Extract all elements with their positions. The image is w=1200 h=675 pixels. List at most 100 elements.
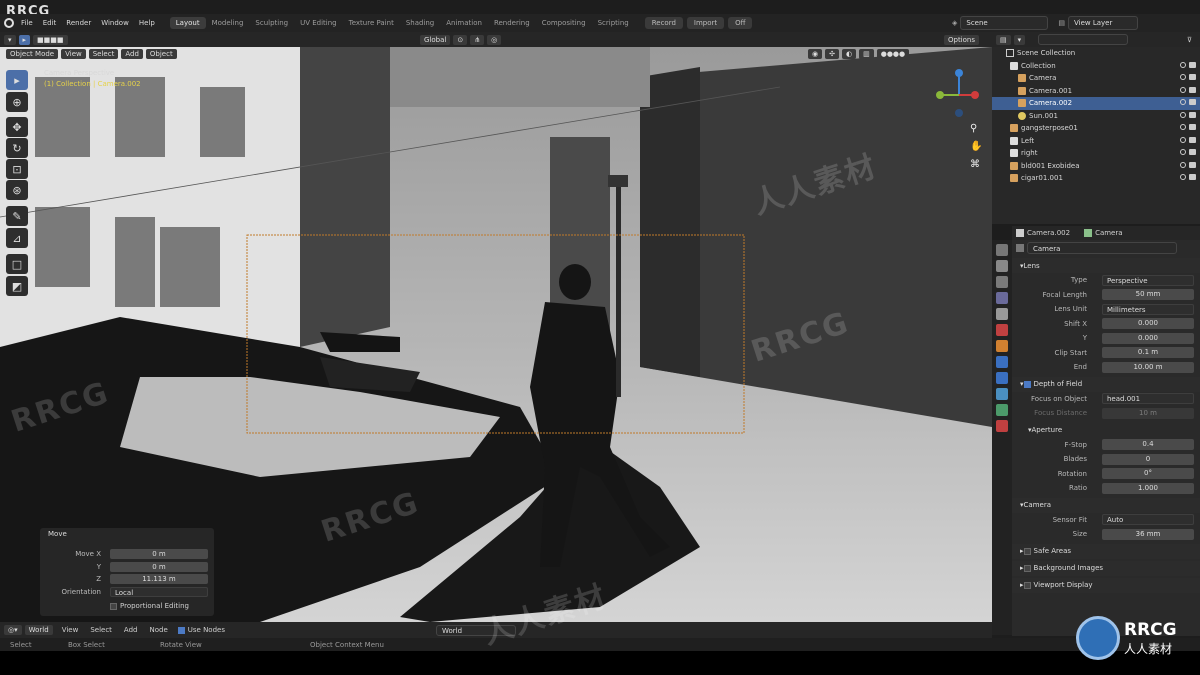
camera-render-icon[interactable]	[1189, 161, 1196, 168]
extra-tool[interactable]: ◩	[6, 276, 28, 296]
tool-tab[interactable]	[996, 244, 1008, 256]
move-tool[interactable]: ✥	[6, 117, 28, 137]
outliner-filter-button[interactable]: ▾	[1013, 34, 1026, 45]
move-value-field[interactable]: 11.113 m	[110, 574, 208, 584]
y-field[interactable]: 0.000	[1102, 332, 1194, 344]
world-field[interactable]: World	[436, 624, 516, 636]
tab-animation[interactable]: Animation	[440, 17, 488, 29]
transform-orientation[interactable]: Global	[420, 34, 451, 45]
world-tab[interactable]	[996, 324, 1008, 336]
camera-render-icon[interactable]	[1189, 86, 1196, 93]
shift-x-field[interactable]: 0.000	[1102, 318, 1194, 330]
overlay-button[interactable]: ◐	[841, 49, 857, 59]
off-button[interactable]: Off	[728, 17, 753, 29]
xray-button[interactable]: ▥	[859, 49, 874, 59]
outliner-item[interactable]: Left	[992, 135, 1200, 148]
section-viewport-display[interactable]: ▸ Viewport Display	[1012, 577, 1200, 593]
eye-icon[interactable]	[1180, 74, 1186, 80]
tab-sculpting[interactable]: Sculpting	[249, 17, 294, 29]
sensor-fit-field[interactable]: Auto	[1102, 514, 1194, 526]
camera-render-icon[interactable]	[1189, 99, 1196, 105]
camera-render-icon[interactable]	[1189, 136, 1196, 143]
focus-object-field[interactable]: head.001	[1102, 393, 1194, 405]
use-nodes-checkbox[interactable]	[177, 626, 185, 634]
view-layer-selector[interactable]: View Layer	[1068, 16, 1139, 30]
menu-render[interactable]: Render	[61, 19, 96, 27]
add-cube-tool[interactable]: □	[6, 254, 28, 274]
eye-icon[interactable]	[1180, 136, 1186, 143]
aperture-section-header[interactable]: ▾ Aperture	[1012, 423, 1200, 438]
record-button[interactable]: Record	[644, 17, 683, 29]
camera-datablock-field[interactable]: Camera	[1027, 242, 1177, 254]
eye-icon[interactable]	[1180, 174, 1186, 180]
scale-tool[interactable]: ⊡	[6, 159, 28, 179]
move-value-field[interactable]: 0 m	[110, 549, 208, 559]
outliner-item[interactable]: Camera.002	[992, 97, 1200, 110]
rotation-field[interactable]: 0°	[1102, 468, 1194, 480]
eye-icon[interactable]	[1180, 111, 1186, 118]
scene-tab[interactable]	[996, 308, 1008, 320]
options-button[interactable]: Options	[943, 34, 979, 45]
outliner-item[interactable]: bld001 Exobidea	[992, 160, 1200, 173]
menu-help[interactable]: Help	[134, 19, 160, 27]
select-mode-button[interactable]: ▸	[18, 34, 31, 45]
focal-length-field[interactable]: 50 mm	[1102, 289, 1194, 301]
visibility-button[interactable]: ◉	[808, 49, 823, 59]
outliner-item[interactable]: Collection	[992, 60, 1200, 73]
clip-start-field[interactable]: 0.1 m	[1102, 347, 1194, 359]
last-operator-panel[interactable]: Move Move X 0 m Y 0 m Z 11.113 m Orientation …	[40, 528, 214, 616]
tab-layout[interactable]: Layout	[169, 17, 206, 29]
constraint-tab[interactable]	[996, 388, 1008, 400]
outliner-item[interactable]: cigar01.001	[992, 172, 1200, 185]
viewport-menu-select[interactable]: Select	[88, 49, 119, 59]
gizmo-button[interactable]: ✣	[825, 49, 839, 59]
tab-compositing[interactable]: Compositing	[536, 17, 592, 29]
eye-icon[interactable]	[1180, 149, 1186, 155]
outliner-item[interactable]: Camera	[992, 72, 1200, 85]
object-tab-label[interactable]: Camera.002	[1027, 229, 1070, 237]
camera-view-icon[interactable]: ⌘	[970, 159, 980, 170]
editor-type-button[interactable]: ◎▾	[4, 625, 22, 635]
proportional-checkbox[interactable]	[110, 602, 117, 610]
background-images-checkbox[interactable]	[1023, 564, 1031, 572]
camera-data-tab[interactable]	[996, 404, 1008, 416]
viewport-display-checkbox[interactable]	[1023, 581, 1031, 589]
scene-collection-row[interactable]: Scene Collection	[992, 47, 1200, 60]
focus-distance-field[interactable]: 10 m	[1102, 407, 1194, 419]
navigation-gizmo[interactable]	[930, 67, 980, 122]
transform-tool[interactable]: ⊛	[6, 180, 28, 200]
ratio-field[interactable]: 1.000	[1102, 482, 1194, 494]
eye-icon[interactable]	[1180, 86, 1186, 93]
camera-section-header[interactable]: ▾ Camera	[1012, 497, 1200, 513]
blades-field[interactable]: 0	[1102, 453, 1194, 465]
annotate-tool[interactable]: ✎	[6, 206, 28, 226]
section-background-images[interactable]: ▸ Background Images	[1012, 560, 1200, 576]
camera-render-icon[interactable]	[1189, 74, 1196, 80]
render-tab[interactable]	[996, 260, 1008, 272]
size-field[interactable]: 36 mm	[1102, 528, 1194, 540]
tab-uv-editing[interactable]: UV Editing	[294, 17, 343, 29]
proportional-button[interactable]: ◎	[487, 34, 502, 45]
import-button[interactable]: Import	[686, 17, 725, 29]
blender-icon[interactable]	[4, 18, 14, 28]
view-layer-tab[interactable]	[996, 292, 1008, 304]
texture-tab[interactable]	[996, 420, 1008, 432]
f-stop-field[interactable]: 0.4	[1102, 439, 1194, 451]
tab-scripting[interactable]: Scripting	[592, 17, 635, 29]
move-value-field[interactable]: 0 m	[110, 561, 208, 572]
snap-button[interactable]: ⋔	[470, 34, 485, 45]
data-tab-label[interactable]: Camera	[1095, 229, 1122, 237]
modifier-tab[interactable]	[996, 356, 1008, 368]
pivot-button[interactable]: ⊙	[453, 34, 468, 45]
safe-areas-checkbox[interactable]	[1023, 547, 1031, 555]
outliner-item[interactable]: Sun.001	[992, 110, 1200, 123]
outliner-search[interactable]	[1038, 34, 1129, 45]
status-menu-add[interactable]: Add	[118, 626, 144, 634]
measure-tool[interactable]: ⊿	[6, 228, 28, 248]
camera-render-icon[interactable]	[1189, 111, 1196, 118]
editor-type-button[interactable]: ▾	[4, 34, 16, 45]
menu-file[interactable]: File	[16, 19, 38, 27]
camera-render-icon[interactable]	[1189, 124, 1196, 130]
cursor-tool[interactable]: ⊕	[6, 92, 28, 112]
camera-render-icon[interactable]	[1189, 61, 1196, 68]
